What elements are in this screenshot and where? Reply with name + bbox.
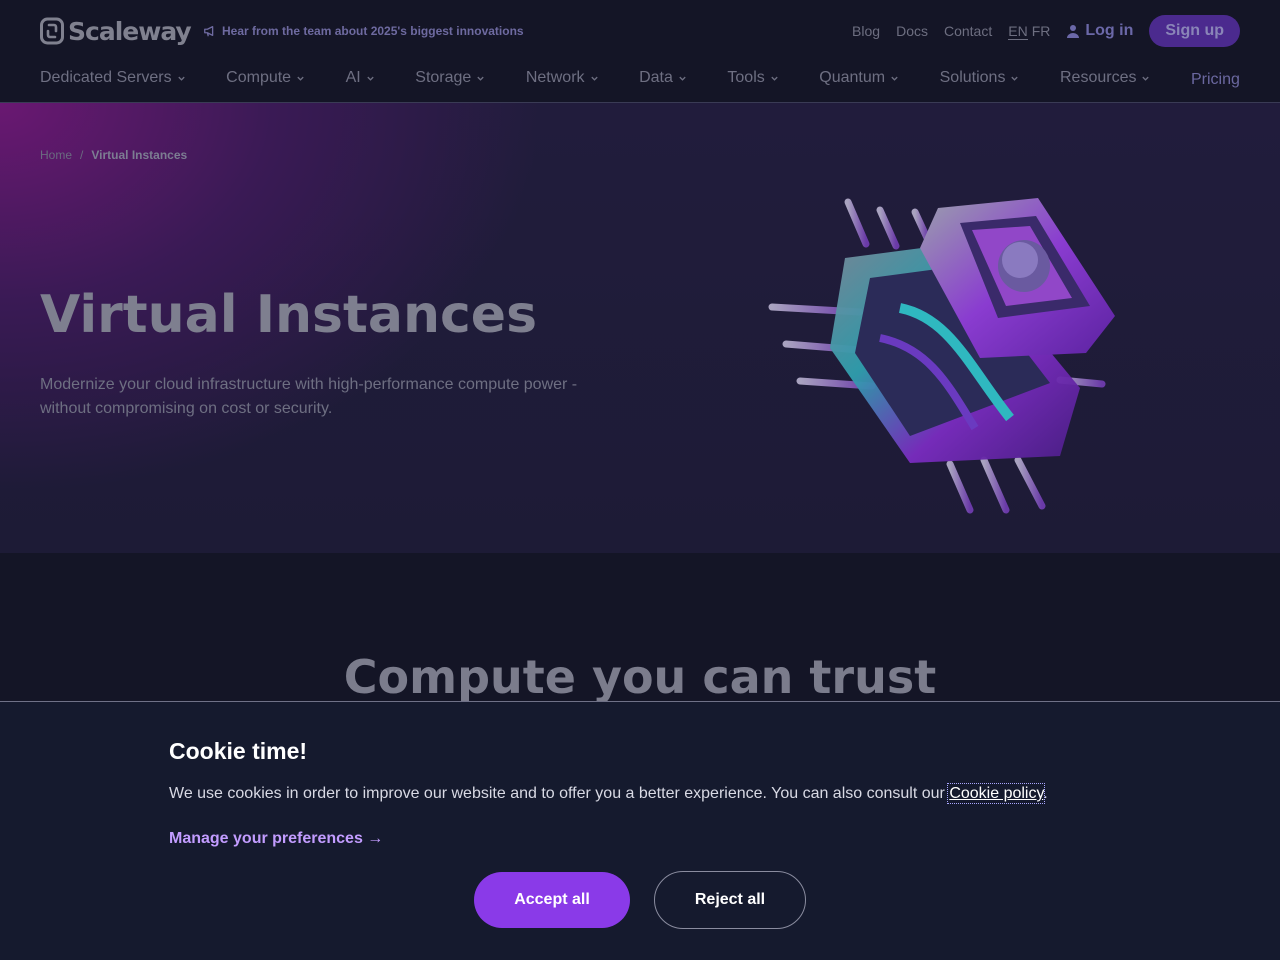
cpu-chip-illustration (768, 198, 1115, 514)
chevron-down-icon (891, 76, 898, 81)
megaphone-icon (204, 25, 214, 37)
nav-compute[interactable]: Compute (226, 69, 305, 87)
chevron-down-icon (1011, 76, 1019, 81)
login-label: Log in (1085, 22, 1134, 39)
nav-label: Compute (226, 69, 292, 86)
section-title: Compute you can trust (343, 650, 937, 704)
login-link[interactable]: Log in (1066, 22, 1133, 40)
scaleway-logo[interactable]: Scaleway (40, 15, 192, 47)
site-header: Scaleway Hear from the team about 2025's… (0, 0, 1280, 103)
nav-label: Solutions (939, 69, 1006, 86)
manage-preferences-link[interactable]: Manage your preferences → (169, 830, 383, 848)
announcement-text: Hear from the team about 2025's biggest … (222, 24, 524, 38)
docs-link[interactable]: Docs (896, 23, 928, 39)
nav-ai[interactable]: AI (346, 69, 375, 87)
breadcrumb-home[interactable]: Home (40, 148, 72, 162)
nav-storage[interactable]: Storage (415, 69, 485, 87)
cookie-banner: Cookie time! We use cookies in order to … (0, 701, 1280, 960)
chevron-down-icon (1142, 76, 1150, 81)
nav-label: Tools (727, 69, 765, 86)
scaleway-logo-icon (40, 17, 64, 45)
hero-subtitle: Modernize your cloud infrastructure with… (40, 376, 578, 417)
lang-en[interactable]: EN (1008, 23, 1028, 40)
nav-label: AI (345, 69, 361, 86)
language-switcher: EN FR (1008, 23, 1050, 40)
cookie-text: We use cookies in order to improve our w… (169, 783, 1048, 804)
logo-text: Scaleway (68, 16, 192, 46)
user-icon (1067, 25, 1080, 38)
breadcrumb-current: Virtual Instances (91, 148, 188, 162)
page-title: Virtual Instances (40, 285, 538, 345)
nav-label: Resources (1059, 69, 1137, 86)
chevron-down-icon (477, 76, 484, 81)
breadcrumb-separator: / (80, 148, 84, 162)
nav-data[interactable]: Data (639, 69, 687, 87)
main-nav: Dedicated Servers Compute AI Storage Net… (40, 64, 1240, 92)
nav-dedicated-servers[interactable]: Dedicated Servers (40, 69, 186, 87)
hero-section: Home / Virtual Instances Virtual Instanc… (0, 103, 1280, 553)
chevron-down-icon (367, 76, 374, 81)
signup-button[interactable]: Sign up (1149, 15, 1240, 47)
cookie-text-body: We use cookies in order to improve our w… (169, 785, 950, 802)
nav-quantum[interactable]: Quantum (819, 69, 899, 87)
nav-label: Storage (415, 69, 472, 86)
nav-solutions[interactable]: Solutions (940, 69, 1020, 87)
cookie-text-end: . (1043, 785, 1048, 802)
nav-label: Quantum (819, 69, 886, 86)
nav-pricing[interactable]: Pricing (1191, 71, 1240, 89)
cookie-title: Cookie time! (169, 738, 308, 764)
top-links: Blog Docs Contact EN FR Log in Sign up (852, 15, 1240, 47)
contact-link[interactable]: Contact (944, 23, 992, 39)
accept-all-button[interactable]: Accept all (474, 872, 630, 928)
nav-network[interactable]: Network (526, 69, 599, 87)
chevron-down-icon (679, 76, 686, 81)
chevron-down-icon (771, 76, 778, 81)
chevron-down-icon (590, 76, 598, 81)
nav-label: Dedicated Servers (40, 69, 172, 86)
chevron-down-icon (297, 76, 304, 81)
chevron-down-icon (177, 76, 185, 81)
cookie-policy-link[interactable]: Cookie policy (947, 783, 1046, 804)
nav-label: Data (639, 69, 673, 86)
lang-fr[interactable]: FR (1032, 23, 1051, 40)
nav-tools[interactable]: Tools (727, 69, 778, 87)
nav-resources[interactable]: Resources (1060, 69, 1150, 87)
reject-all-button[interactable]: Reject all (654, 871, 806, 929)
blog-link[interactable]: Blog (852, 23, 880, 39)
breadcrumb: Home / Virtual Instances (40, 148, 187, 162)
nav-label: Network (525, 69, 585, 86)
announcement-link[interactable]: Hear from the team about 2025's biggest … (203, 23, 524, 39)
